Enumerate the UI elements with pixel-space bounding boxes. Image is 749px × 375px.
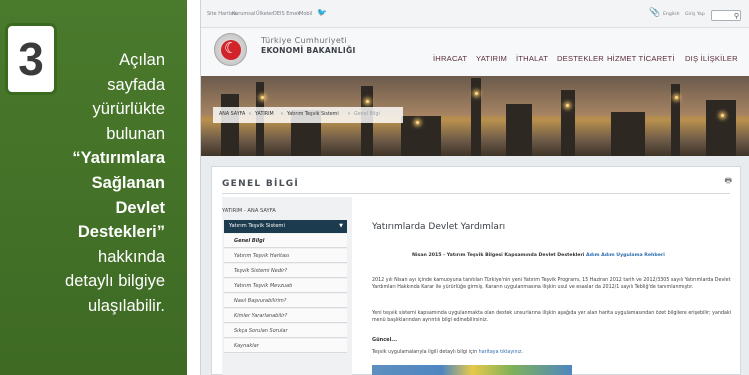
sidebar-item-kaynaklar[interactable]: Kaynaklar [224, 339, 347, 353]
callout-bold-text: Sağlanan [91, 173, 165, 192]
breadcrumb-separator: › [348, 112, 350, 117]
nav-service-trade[interactable]: HİZMET TİCARETİ [607, 54, 675, 63]
breadcrumb-separator: › [281, 112, 283, 117]
page-title: Yatırımlarda Devlet Yardımları [372, 222, 506, 232]
map-link[interactable]: haritaya tıklayınız. [479, 350, 523, 355]
callout-line-bold: Destekleri” [10, 220, 165, 245]
nav-supports[interactable]: DESTEKLER [557, 54, 604, 63]
sidebar-item-mevzuat[interactable]: Yatırım Teşvik Mevzuatı [224, 279, 347, 293]
callout-line-bold: Devlet [10, 196, 165, 221]
top-link-deis[interactable]: DEIS Emek [273, 11, 300, 17]
nav-import[interactable]: İTHALAT [516, 54, 548, 63]
chevron-down-icon: ▼ [339, 223, 343, 229]
sidebar-item-tesvik-haritasi[interactable]: Yatırım Teşvik Haritası [224, 249, 347, 263]
ministry-logo-icon[interactable] [214, 33, 247, 66]
site-header: Türkiye Cumhuriyeti EKONOMİ BAKANLIĞI İH… [201, 28, 749, 76]
info-callout: 3 Açılan sayfada yürürlükte bulunan “Yat… [0, 0, 187, 375]
callout-line: sayfada [107, 75, 165, 94]
language-link-english[interactable]: English [663, 12, 680, 17]
callout-line: Açılan [119, 51, 165, 69]
login-link[interactable]: Giriş Yap [685, 12, 705, 17]
nav-foreign-relations[interactable]: DIŞ İLİŞKİLER [685, 54, 738, 63]
top-link-countries[interactable]: Ülkeler [256, 11, 273, 17]
top-link-corporate[interactable]: Kurumsal [232, 11, 255, 17]
map-paragraph-text: Teşvik uygulamalarıyla ilgili detaylı bi… [372, 350, 478, 355]
sidebar-item-basvuru[interactable]: Nasıl Başvurabilirim? [224, 294, 347, 308]
hero-banner: ANA SAYFA › YATIRIM › Yatırım Teşvik Sis… [201, 76, 749, 156]
top-utility-bar: Site Haritası Kurumsal Ülkeler DEIS Emek… [201, 0, 749, 28]
nav-investment[interactable]: YATIRIM [476, 54, 507, 63]
subtitle-text: Nisan 2015 - Yatırım Teşvik Bilgesi Kaps… [412, 253, 585, 258]
breadcrumb-current: Genel Bilgi [354, 112, 380, 117]
breadcrumb-investment[interactable]: YATIRIM [255, 112, 274, 117]
top-link-mobile[interactable]: Mobil [299, 11, 312, 17]
divider [222, 193, 730, 194]
brand-line-2: EKONOMİ BAKANLIĞI [261, 46, 356, 55]
guide-link[interactable]: Adım Adım Uygulama Rehberi [586, 253, 665, 258]
sidebar-item-selected[interactable]: Yatırım Teşvik Sistemi ▼ [224, 220, 347, 233]
twitter-icon[interactable]: 🐦 [317, 8, 328, 17]
sidebar-item-label: Yatırım Teşvik Sistemi [229, 223, 285, 229]
content-panel: GENEL BİLGİ 🖶 YATIRIM - ANA SAYFA Yatırı… [211, 166, 741, 375]
breadcrumb-separator: › [249, 112, 251, 117]
breadcrumb-incentive-system[interactable]: Yatırım Teşvik Sistemi [287, 112, 339, 117]
callout-line-bold: Sağlanan [10, 171, 165, 196]
print-icon[interactable]: 🖶 [724, 175, 732, 189]
incentive-paragraph: Yeni teşvik sistemi kapsamında uygulanma… [372, 311, 732, 324]
breadcrumb-home[interactable]: ANA SAYFA [219, 112, 245, 117]
map-paragraph: Teşvik uygulamalarıyla ilgili detaylı bi… [372, 349, 732, 356]
sidebar-home-link[interactable]: YATIRIM - ANA SAYFA [222, 208, 276, 214]
website-screenshot: Site Haritası Kurumsal Ülkeler DEIS Emek… [200, 0, 749, 375]
paperclip-icon[interactable]: 📎 [649, 8, 660, 18]
callout-line: yürürlükte [92, 100, 165, 119]
sidebar-item-genel-bilgi[interactable]: Genel Bilgi [224, 234, 347, 248]
callout-bold-text: “Yatırımlara [72, 149, 165, 168]
update-heading: Güncel... [372, 337, 397, 343]
sidebar-item-kimler[interactable]: Kimler Yararlanabilir? [224, 309, 347, 323]
incentive-map-image[interactable] [372, 365, 572, 375]
callout-text: Açılan sayfada yürürlükte bulunan “Yatır… [10, 48, 165, 319]
search-input[interactable]: ⚲ [711, 10, 741, 21]
search-icon[interactable]: ⚲ [734, 11, 739, 21]
sidebar-item-sss[interactable]: Sıkça Sorulan Sorular [224, 324, 347, 338]
callout-line: bulunan [106, 124, 165, 143]
brand-line-1: Türkiye Cumhuriyeti [261, 36, 348, 45]
callout-line: hakkında [98, 247, 165, 266]
nav-export[interactable]: İHRACAT [433, 54, 467, 63]
slide: 3 Açılan sayfada yürürlükte bulunan “Yat… [0, 0, 749, 375]
callout-bold-text: Destekleri” [77, 223, 165, 242]
callout-line: ulaşılabilir. [87, 296, 165, 315]
subtitle: Nisan 2015 - Yatırım Teşvik Bilgesi Kaps… [412, 253, 665, 258]
callout-line-bold: “Yatırımlara [10, 146, 165, 171]
callout-bold-text: Devlet [115, 198, 165, 217]
section-title: GENEL BİLGİ [222, 179, 300, 189]
callout-line: detaylı bilgiye [65, 272, 165, 291]
sidebar-item-tesvik-sistemi[interactable]: Teşvik Sistemi Nedir? [224, 264, 347, 278]
intro-paragraph: 2012 yılı Nisan ayı içinde kamuoyuna tan… [372, 278, 731, 291]
